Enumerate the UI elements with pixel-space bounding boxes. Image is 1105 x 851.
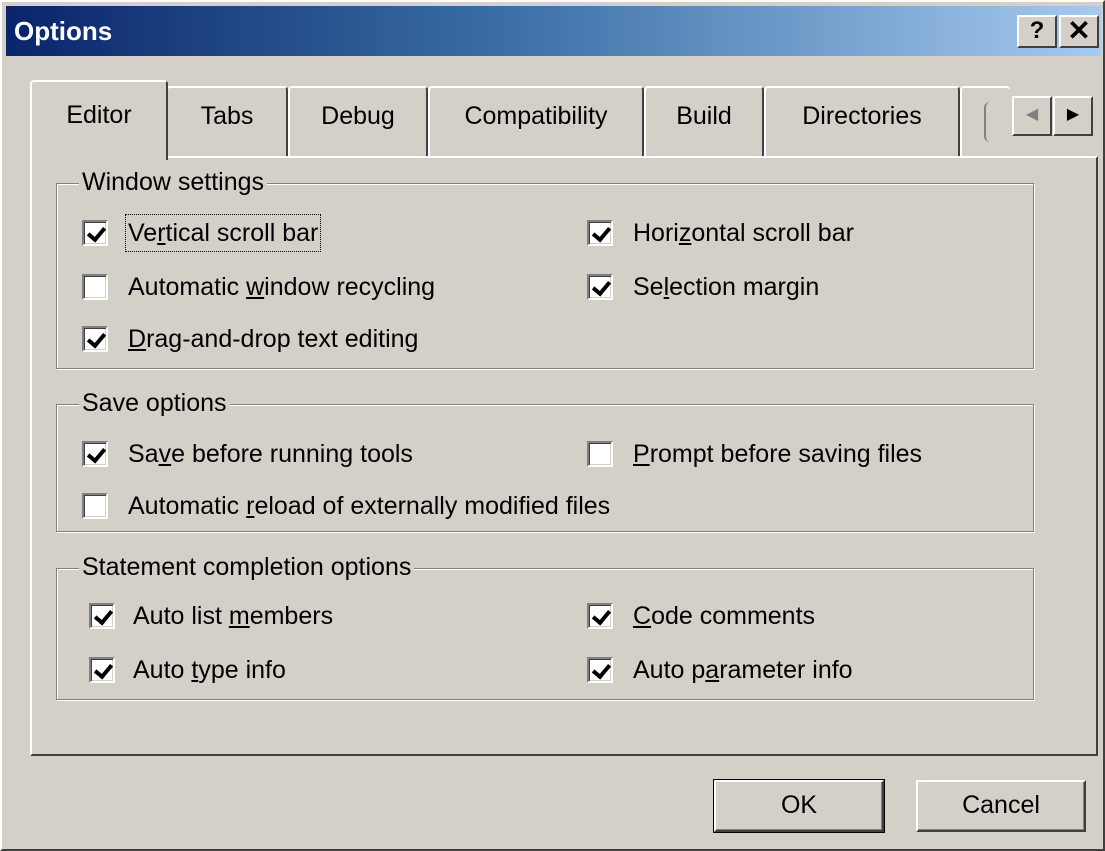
- tab-tabs[interactable]: Tabs: [166, 86, 288, 156]
- checkbox-label: Auto type info: [133, 656, 286, 684]
- prompt-before-saving-files-checkbox[interactable]: Prompt before saving files: [587, 438, 922, 470]
- horizontal-scroll-bar-checkbox[interactable]: Horizontal scroll bar: [587, 217, 854, 249]
- checkbox-label: Code comments: [633, 602, 816, 630]
- checkbox-box[interactable]: [587, 441, 613, 467]
- tab-build[interactable]: Build: [644, 86, 764, 156]
- checkbox-box[interactable]: [89, 657, 115, 683]
- auto-list-members-checkbox[interactable]: Auto list members: [89, 600, 333, 632]
- cancel-button[interactable]: Cancel: [916, 780, 1086, 832]
- ok-button[interactable]: OK: [713, 779, 885, 833]
- checkbox-box[interactable]: [82, 441, 108, 467]
- checkbox-label: Save before running tools: [128, 440, 413, 468]
- statement-completion-legend: Statement completion options: [79, 552, 415, 582]
- checkbox-label: Horizontal scroll bar: [633, 219, 854, 247]
- selection-margin-checkbox[interactable]: Selection margin: [587, 271, 819, 303]
- checkbox-box[interactable]: [82, 493, 108, 519]
- code-comments-checkbox[interactable]: Code comments: [587, 600, 815, 632]
- checkbox-label: Vertical scroll bar: [124, 214, 322, 252]
- checkbox-box[interactable]: [587, 274, 613, 300]
- window-settings-legend: Window settings: [79, 167, 268, 197]
- title-bar[interactable]: Options ? ✕: [6, 6, 1101, 56]
- checkbox-label: Selection margin: [633, 273, 820, 301]
- dialog-title: Options: [14, 16, 113, 46]
- auto-type-info-checkbox[interactable]: Auto type info: [89, 654, 286, 686]
- checkbox-box[interactable]: [587, 220, 613, 246]
- vertical-scroll-bar-checkbox[interactable]: Vertical scroll bar: [82, 214, 322, 252]
- checkbox-box[interactable]: [82, 326, 108, 352]
- tab-compatibility[interactable]: Compatibility: [428, 86, 644, 156]
- auto-parameter-info-checkbox[interactable]: Auto parameter info: [587, 654, 853, 686]
- scroll-right-icon[interactable]: ▶: [1053, 96, 1093, 136]
- automatic-window-recycling-checkbox[interactable]: Automatic window recycling: [82, 271, 435, 303]
- checkbox-box[interactable]: [82, 220, 108, 246]
- checkbox-label: Drag-and-drop text editing: [128, 325, 419, 353]
- checkbox-box[interactable]: [587, 603, 613, 629]
- help-button[interactable]: ?: [1017, 15, 1057, 48]
- checkbox-label: Automatic window recycling: [128, 273, 436, 301]
- checkbox-box[interactable]: [82, 274, 108, 300]
- save-options-legend: Save options: [79, 388, 230, 418]
- close-button[interactable]: ✕: [1059, 15, 1099, 48]
- tab-scroll-arrows: ◀ ▶: [1012, 96, 1094, 136]
- tab-directories[interactable]: Directories: [764, 86, 960, 156]
- automatic-reload-checkbox[interactable]: Automatic reload of externally modified …: [82, 490, 610, 522]
- checkbox-label: Automatic reload of externally modified …: [128, 492, 611, 520]
- tab-partial-hidden[interactable]: [960, 86, 1010, 156]
- checkbox-box[interactable]: [587, 657, 613, 683]
- checkbox-box[interactable]: [89, 603, 115, 629]
- tab-debug[interactable]: Debug: [288, 86, 428, 156]
- tab-editor[interactable]: Editor: [30, 80, 168, 160]
- checkbox-label: Prompt before saving files: [633, 440, 923, 468]
- checkbox-label: Auto parameter info: [633, 656, 853, 684]
- checkbox-label: Auto list members: [133, 602, 334, 630]
- scroll-left-icon[interactable]: ◀: [1012, 96, 1052, 136]
- drag-and-drop-text-editing-checkbox[interactable]: Drag-and-drop text editing: [82, 323, 418, 355]
- save-before-running-tools-checkbox[interactable]: Save before running tools: [82, 438, 413, 470]
